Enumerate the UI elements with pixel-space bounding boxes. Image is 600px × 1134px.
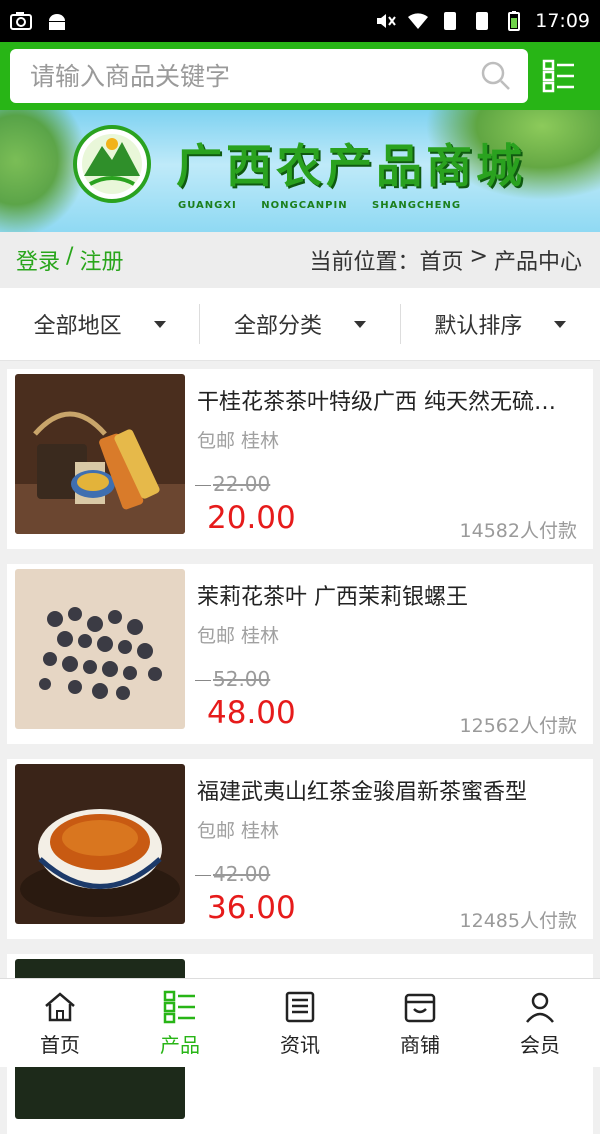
breadcrumb: 当前位置： 首页 > 产品中心: [310, 244, 582, 276]
banner-title: 广西农产品商城: [176, 139, 526, 193]
product-info: 福建武夷山红茶金骏眉新茶蜜香型 包邮 桂林 42.00 36.00 12485人…: [185, 764, 585, 934]
caret-down-icon: [153, 320, 166, 328]
caret-down-icon: [554, 320, 567, 328]
breadcrumb-current: 产品中心: [493, 250, 582, 275]
product-image[interactable]: [15, 764, 185, 924]
filter-bar: 全部地区 全部分类 默认排序: [0, 288, 600, 361]
battery-icon: [508, 11, 521, 31]
home-icon: [45, 991, 75, 1021]
location-tag: 桂林: [241, 430, 280, 452]
news-icon: [285, 991, 315, 1022]
product-item[interactable]: 干桂花茶茶叶特级广西 纯天然无硫桂花茶 包邮 桂林 22.00 20.00 14…: [7, 369, 593, 549]
banner-subtitle: GUANGXI NONGCANPIN SHANGCHENG: [178, 200, 462, 211]
mute-icon: [377, 14, 397, 28]
filter-region[interactable]: 全部地区: [0, 304, 199, 344]
login-link[interactable]: 登录: [16, 244, 60, 276]
shipping-tag: 包邮: [197, 820, 236, 842]
sale-price: 20.00: [207, 500, 296, 536]
screenshot-icon: [10, 12, 32, 30]
search-header: [0, 42, 600, 110]
filter-category[interactable]: 全部分类: [199, 304, 399, 344]
product-image[interactable]: [15, 374, 185, 534]
caret-down-icon: [354, 320, 366, 328]
brand-logo: [73, 125, 151, 203]
bottom-tab-bar: 首页 产品 资讯 商铺 会员: [0, 978, 600, 1067]
tab-label: 产品: [160, 1032, 200, 1057]
product-image[interactable]: [15, 569, 185, 729]
shipping-tag: 包邮: [197, 625, 236, 647]
search-icon[interactable]: [480, 60, 512, 92]
auth-separator: /: [66, 244, 74, 269]
product-item[interactable]: 福建武夷山红茶金骏眉新茶蜜香型 包邮 桂林 42.00 36.00 12485人…: [7, 759, 593, 939]
category-menu-button[interactable]: [528, 49, 590, 103]
list-menu-icon: [542, 59, 574, 93]
product-info: 干桂花茶茶叶特级广西 纯天然无硫桂花茶 包邮 桂林 22.00 20.00 14…: [185, 374, 585, 544]
search-box[interactable]: [10, 49, 528, 103]
product-info: 茉莉花茶叶 广西茉莉银螺王 包邮 桂林 52.00 48.00 12562人付款: [185, 569, 585, 739]
product-name[interactable]: 茉莉花茶叶 广西茉莉银螺王: [197, 579, 573, 611]
product-tags: 包邮 桂林: [197, 426, 585, 453]
filter-sort[interactable]: 默认排序: [399, 304, 600, 344]
shipping-tag: 包邮: [197, 430, 236, 452]
location-tag: 桂林: [241, 820, 280, 842]
breadcrumb-home[interactable]: 首页: [420, 244, 464, 276]
original-price: 52.00: [195, 667, 270, 691]
breadcrumb-sep: >: [469, 244, 488, 269]
tab-label: 商铺: [400, 1032, 440, 1057]
user-icon: [526, 992, 554, 1023]
tab-home[interactable]: 首页: [0, 979, 120, 1067]
sim2-icon: [476, 12, 489, 30]
tab-products[interactable]: 产品: [120, 979, 240, 1067]
breadcrumb-row: 登录 / 注册 当前位置： 首页 > 产品中心: [0, 232, 600, 288]
location-tag: 桂林: [241, 625, 280, 647]
tab-news[interactable]: 资讯: [240, 979, 360, 1067]
filter-label: 默认排序: [434, 314, 523, 339]
product-name[interactable]: 干桂花茶茶叶特级广西 纯天然无硫桂花茶: [197, 384, 573, 416]
filter-label: 全部分类: [233, 314, 322, 339]
sold-count: 12562人付款: [459, 715, 577, 737]
original-price: 42.00: [195, 862, 270, 886]
android-icon: [49, 14, 65, 30]
tab-label: 资讯: [280, 1032, 320, 1057]
sold-count: 12485人付款: [459, 910, 577, 932]
product-tags: 包邮 桂林: [197, 816, 585, 843]
product-item[interactable]: 茉莉花茶叶 广西茉莉银螺王 包邮 桂林 52.00 48.00 12562人付款: [7, 564, 593, 744]
wifi-icon: [408, 13, 429, 29]
sold-count: 14582人付款: [459, 520, 577, 542]
shop-icon: [404, 993, 436, 1022]
register-link[interactable]: 注册: [79, 244, 123, 276]
sale-price: 36.00: [207, 890, 296, 926]
status-time: 17:09: [535, 10, 590, 32]
banner: 广西农产品商城 GUANGXI NONGCANPIN SHANGCHENG: [0, 110, 600, 232]
tab-label: 会员: [520, 1032, 560, 1057]
original-price: 22.00: [195, 472, 270, 496]
tab-member[interactable]: 会员: [480, 979, 600, 1067]
tab-label: 首页: [40, 1032, 80, 1057]
breadcrumb-label: 当前位置：: [309, 250, 420, 275]
status-bar: 17:09: [0, 0, 600, 42]
product-name[interactable]: 福建武夷山红茶金骏眉新茶蜜香型: [197, 774, 573, 806]
tab-shop[interactable]: 商铺: [360, 979, 480, 1067]
list-icon: [163, 990, 195, 1023]
auth-links: 登录 / 注册: [16, 244, 123, 276]
product-tags: 包邮 桂林: [197, 621, 585, 648]
sale-price: 48.00: [207, 695, 296, 731]
filter-label: 全部地区: [33, 314, 122, 339]
search-input[interactable]: [28, 60, 480, 92]
sim1-icon: [444, 12, 457, 30]
